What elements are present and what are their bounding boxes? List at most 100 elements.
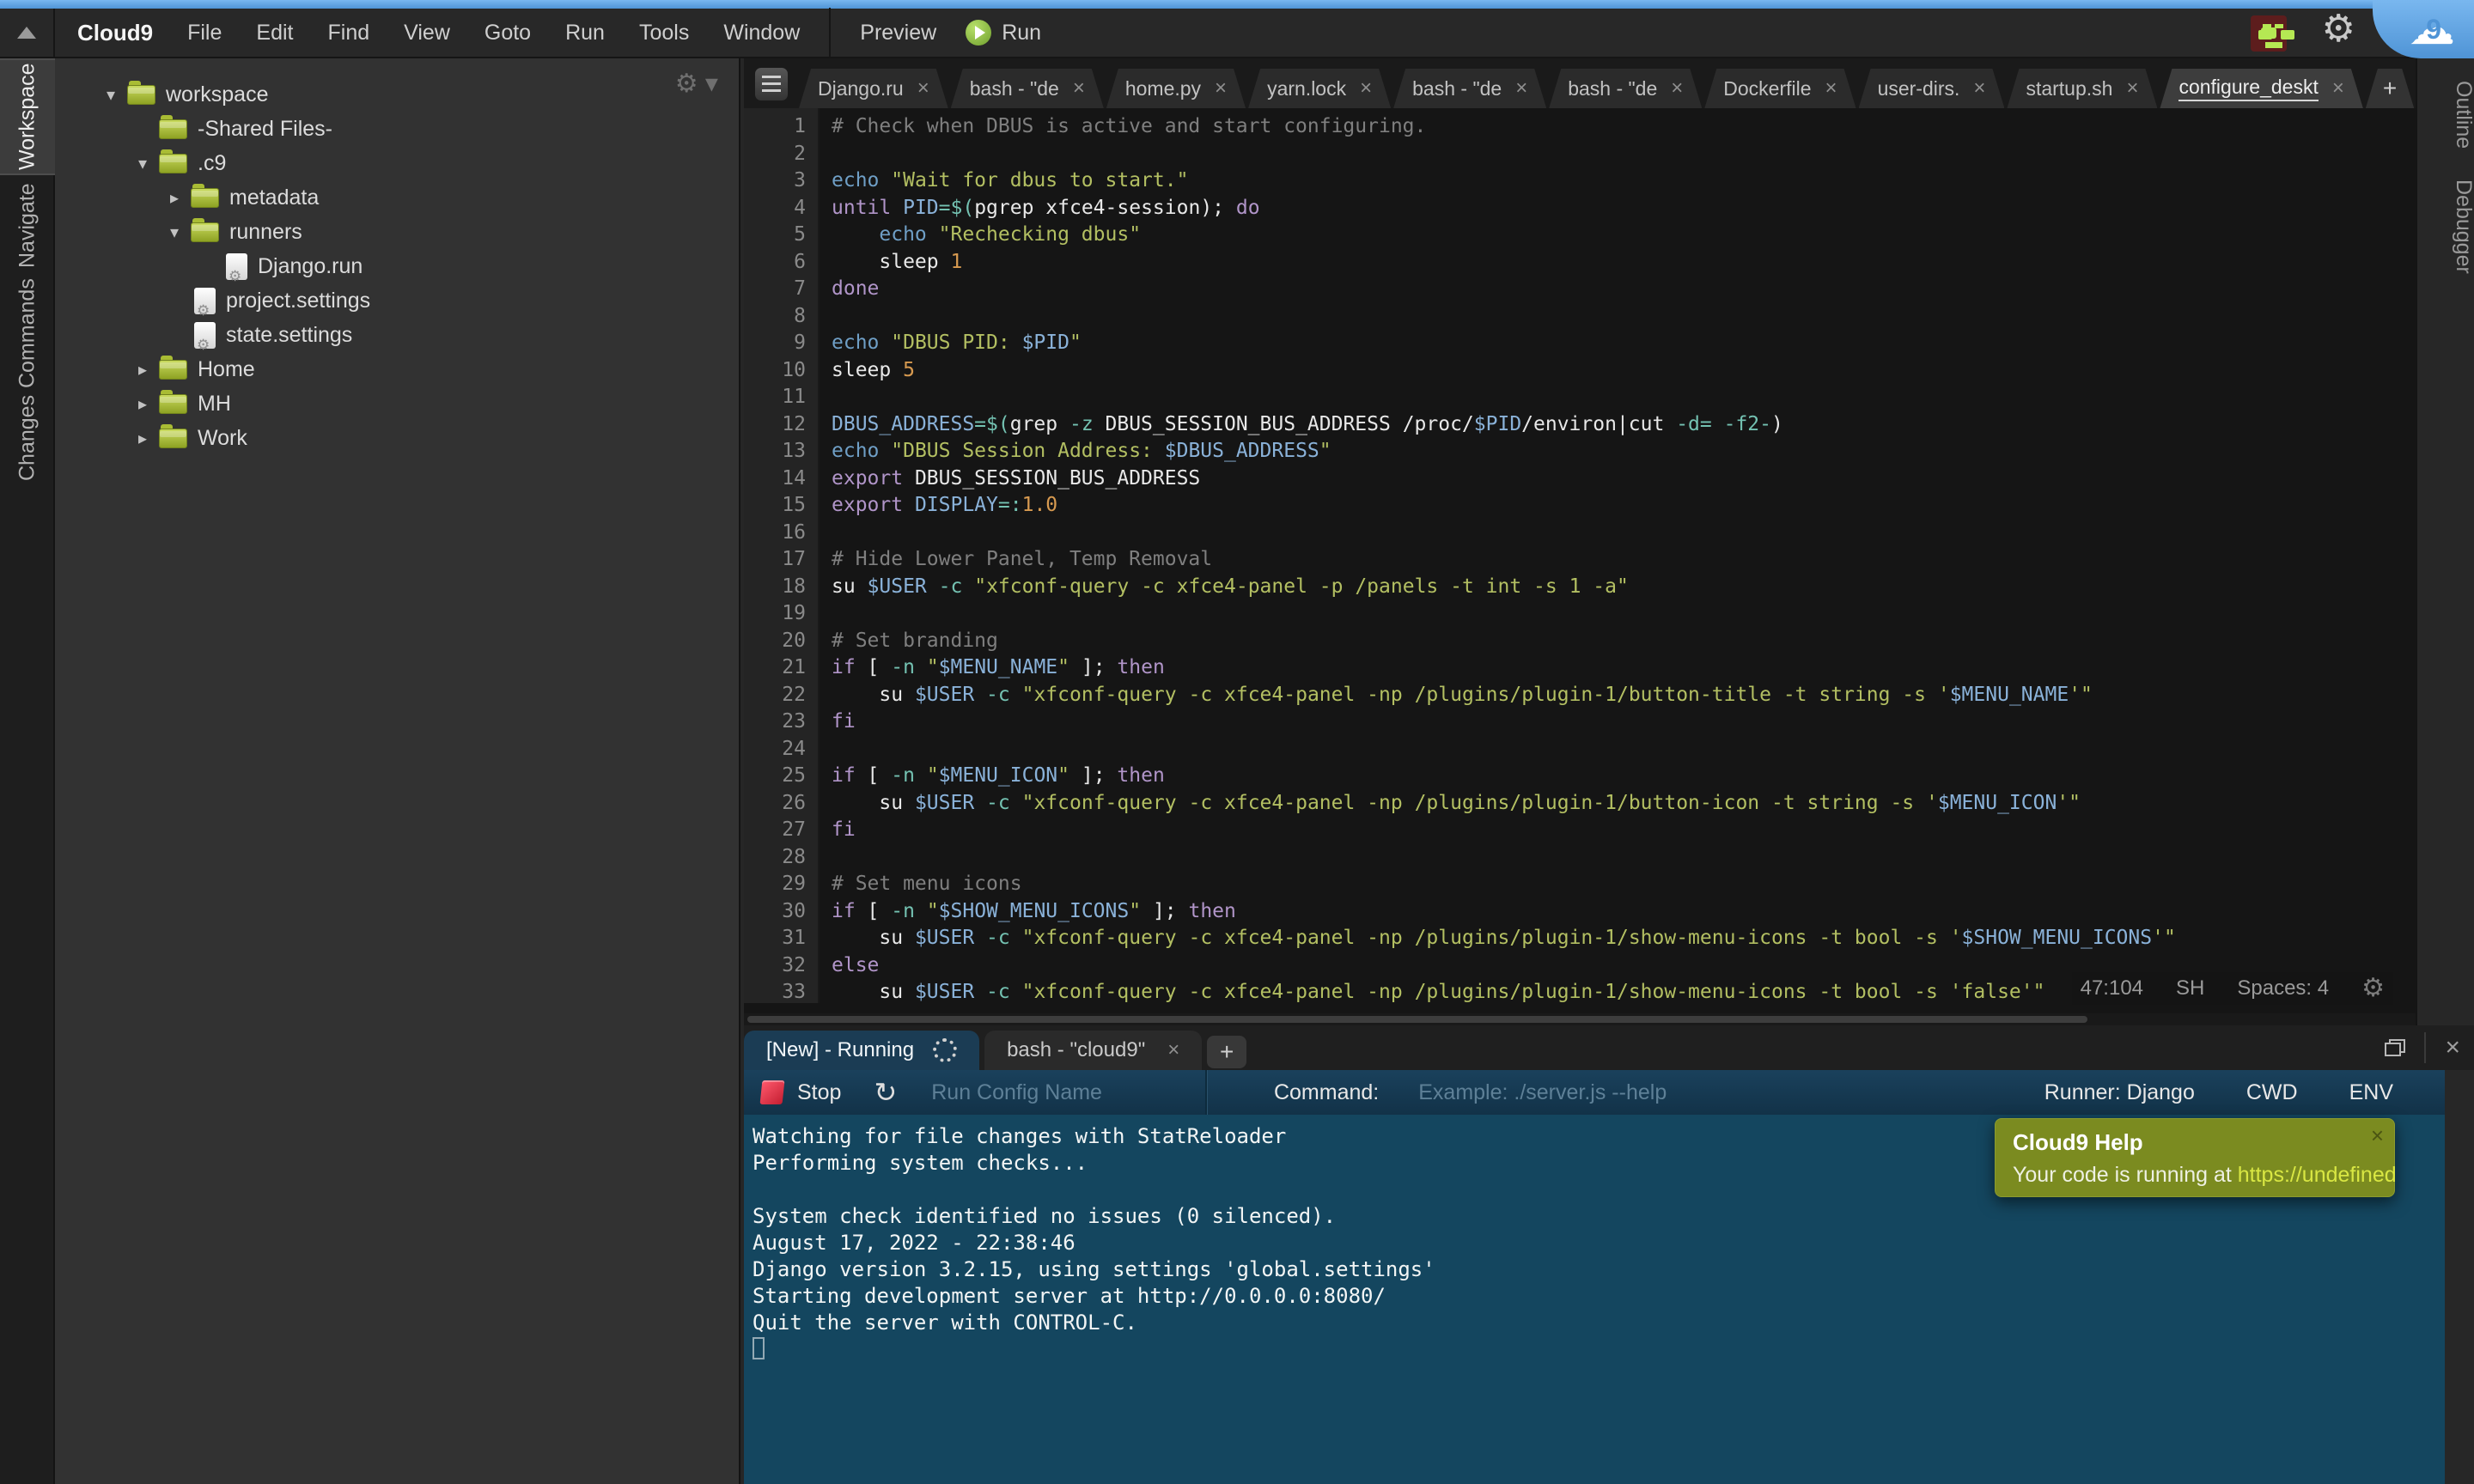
close-popup-icon[interactable]: ×	[2371, 1122, 2384, 1149]
env-button[interactable]: ENV	[2349, 1080, 2393, 1105]
editor-tab-bash-de[interactable]: bash - "de ×	[1549, 69, 1702, 108]
menu-tools[interactable]: Tools	[639, 21, 689, 46]
close-tab-icon[interactable]: ×	[1073, 76, 1085, 100]
indent-setting[interactable]: Spaces: 4	[2237, 976, 2329, 1000]
close-tab-icon[interactable]: ×	[1671, 76, 1683, 100]
editor-tab-django-ru[interactable]: Django.ru ×	[799, 69, 948, 108]
close-tab-icon[interactable]: ×	[2126, 76, 2138, 100]
workspace-panel: ⚙ ▾ ▾workspace-Shared Files-▾.c9▸metadat…	[55, 58, 740, 1484]
menu-run[interactable]: Run	[565, 21, 605, 46]
sidebar-tab-workspace[interactable]: Workspace	[0, 60, 55, 173]
editor-tab-bash-de[interactable]: bash - "de×	[1393, 69, 1546, 108]
menu-view[interactable]: View	[404, 21, 450, 46]
restart-icon[interactable]: ↻	[874, 1076, 897, 1109]
tree-open-icon[interactable]: ▾	[158, 222, 191, 243]
menu-window[interactable]: Window	[723, 21, 800, 46]
new-tab-button[interactable]: +	[2366, 69, 2414, 108]
panel-tab-outline[interactable]: Outline	[2417, 58, 2474, 157]
tree-closed-icon[interactable]: ▸	[126, 359, 159, 380]
editor-tab-user-dirs-[interactable]: user-dirs.×	[1859, 69, 2005, 108]
sidebar-tab-commands[interactable]: Commands	[0, 278, 55, 388]
panel-tab-debugger[interactable]: Debugger	[2417, 157, 2474, 283]
close-tab-icon[interactable]: ×	[1825, 76, 1837, 100]
editor-tab-configure-deskt[interactable]: configure_deskt×	[2160, 69, 2362, 108]
close-console-icon[interactable]: ×	[2445, 1033, 2460, 1062]
terminal-scroll-gutter[interactable]	[2445, 1070, 2474, 1484]
tree-closed-icon[interactable]: ▸	[126, 393, 159, 415]
tab-label: Django.ru	[818, 77, 904, 100]
line-number: 10	[744, 357, 806, 385]
editor-statusbar: 47:104 SH Spaces: 4 ⚙	[2072, 972, 2393, 1005]
run-config-name-input[interactable]: Run Config Name	[931, 1080, 1102, 1105]
tree-row-home[interactable]: ▸ Home	[55, 352, 739, 386]
line-number: 7	[744, 276, 806, 303]
run-button[interactable]: Run	[966, 20, 1041, 46]
sidebar-tab-changes[interactable]: Changes	[0, 390, 55, 486]
terminal-cursor-line	[753, 1336, 2445, 1363]
collapse-menubar-button[interactable]	[0, 9, 55, 57]
file-icon	[194, 288, 216, 314]
syntax-mode[interactable]: SH	[2176, 976, 2204, 1000]
close-tab-icon[interactable]: ×	[1360, 76, 1372, 100]
tree-row-workspace[interactable]: ▾workspace	[55, 77, 739, 112]
code-line: su $USER -c "xfconf-query -c xfce4-panel…	[832, 574, 2176, 601]
close-tab-icon[interactable]: ×	[1167, 1038, 1179, 1062]
tree-row-django-run[interactable]: Django.run	[55, 249, 739, 283]
tree-open-icon[interactable]: ▾	[126, 153, 159, 174]
running-url-link[interactable]: https://undefined	[2238, 1163, 2397, 1187]
new-console-tab-button[interactable]: +	[1207, 1036, 1246, 1068]
menu-edit[interactable]: Edit	[256, 21, 293, 46]
scrollbar-handle[interactable]	[747, 1016, 2087, 1023]
tab-label: bash - "de	[1568, 77, 1657, 100]
close-tab-icon[interactable]: ×	[2332, 76, 2344, 100]
tree-row--shared-files-[interactable]: -Shared Files-	[55, 112, 739, 146]
code-editor[interactable]: 1234567891011121314151617181920212223242…	[744, 108, 2416, 1003]
menu-file[interactable]: File	[187, 21, 222, 46]
tree-closed-icon[interactable]: ▸	[158, 187, 191, 209]
code-line: # Hide Lower Panel, Temp Removal	[832, 546, 2176, 574]
editor-tab-dockerfile[interactable]: Dockerfile×	[1704, 69, 1855, 108]
sidebar-tab-navigate[interactable]: Navigate	[0, 175, 55, 277]
editor-tab-bash-de[interactable]: bash - "de×	[951, 69, 1104, 108]
file-icon	[194, 322, 216, 349]
menu-goto[interactable]: Goto	[484, 21, 531, 46]
tree-row-work[interactable]: ▸Work	[55, 421, 739, 455]
editor-tab-yarn-lock[interactable]: yarn.lock×	[1248, 69, 1391, 108]
tree-open-icon[interactable]: ▾	[94, 84, 127, 106]
tab-list-button[interactable]	[754, 67, 789, 101]
maximize-console-icon[interactable]	[2385, 1039, 2405, 1056]
tree-row-mh[interactable]: ▸MH	[55, 386, 739, 421]
tree-row--c9[interactable]: ▾ .c9	[55, 146, 739, 180]
close-tab-icon[interactable]: ×	[1215, 76, 1227, 100]
line-number-gutter: 1234567891011121314151617181920212223242…	[744, 108, 820, 1003]
command-input[interactable]: Example: ./server.js --help	[1418, 1080, 1667, 1105]
tree-label: Home	[198, 357, 255, 382]
terminal-cursor	[753, 1337, 765, 1359]
console-tab-bash-cloud9-[interactable]: bash - "cloud9"×	[984, 1031, 1202, 1070]
report-bug-button[interactable]	[2251, 15, 2287, 52]
editor-tab-startup-sh[interactable]: startup.sh×	[2007, 69, 2157, 108]
editor-settings-gear-icon[interactable]: ⚙	[2361, 976, 2385, 1001]
editor-horizontal-scrollbar[interactable]	[744, 1013, 2416, 1025]
app-logo-label[interactable]: Cloud9	[77, 20, 153, 46]
runner-selector[interactable]: Runner: Django	[2044, 1080, 2195, 1105]
cwd-button[interactable]: CWD	[2246, 1080, 2298, 1105]
menubar: Cloud9 File Edit Find View Goto Run Tools Window…	[0, 9, 2474, 58]
menu-find[interactable]: Find	[328, 21, 370, 46]
tree-row-metadata[interactable]: ▸metadata	[55, 180, 739, 215]
menu-preview[interactable]: Preview	[860, 21, 936, 46]
close-tab-icon[interactable]: ×	[917, 76, 929, 100]
tree-closed-icon[interactable]: ▸	[126, 428, 159, 449]
spinner-icon	[933, 1038, 957, 1062]
tree-label: .c9	[198, 151, 226, 176]
stop-button[interactable]: Stop	[797, 1080, 841, 1105]
console-tab--new-running[interactable]: [New] - Running	[744, 1031, 979, 1070]
settings-gear-icon[interactable]: ⚙	[2322, 10, 2355, 48]
tree-row-state-settings[interactable]: state.settings	[55, 318, 739, 352]
code-line: if [ -n "$SHOW_MENU_ICONS" ]; then	[832, 898, 2176, 926]
editor-tab-home-py[interactable]: home.py×	[1106, 69, 1246, 108]
tree-row-runners[interactable]: ▾runners	[55, 215, 739, 249]
close-tab-icon[interactable]: ×	[1973, 76, 1985, 100]
close-tab-icon[interactable]: ×	[1515, 76, 1527, 100]
tree-row-project-settings[interactable]: project.settings	[55, 283, 739, 318]
